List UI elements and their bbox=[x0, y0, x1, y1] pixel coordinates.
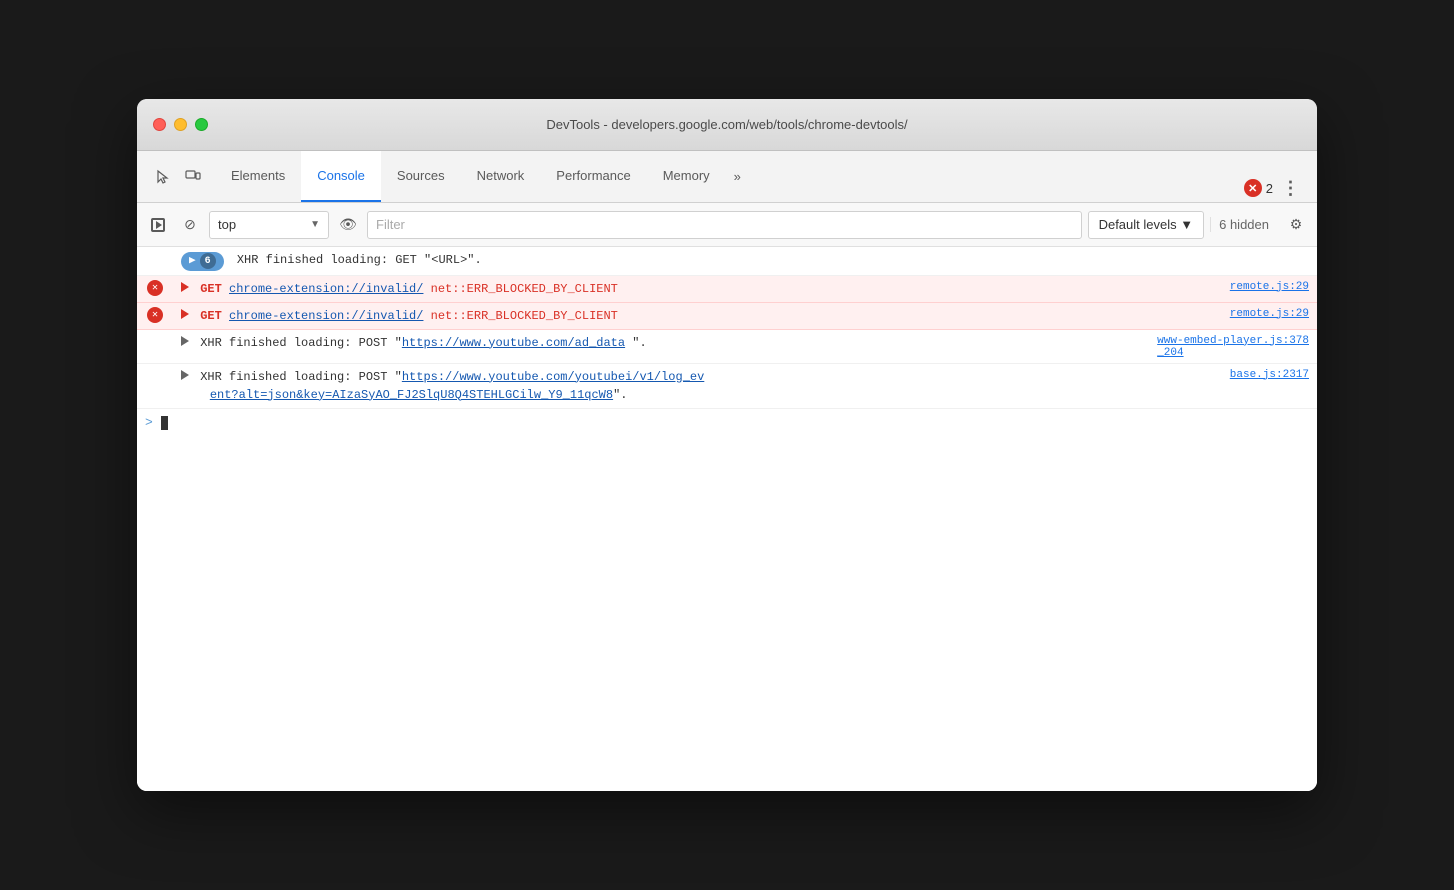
log-message: XHR finished loading: POST "https://www.… bbox=[173, 364, 1222, 408]
log-source[interactable]: remote.js:29 bbox=[1222, 276, 1317, 297]
eye-icon: 👁 bbox=[339, 216, 357, 233]
url-link[interactable]: https://www.youtube.com/ad_data bbox=[402, 336, 625, 350]
tab-network[interactable]: Network bbox=[461, 151, 541, 202]
eye-button[interactable]: 👁 bbox=[335, 212, 361, 238]
log-entry-xhr-2: XHR finished loading: POST "https://www.… bbox=[137, 330, 1317, 364]
url-link[interactable]: chrome-extension://invalid/ bbox=[229, 282, 423, 296]
log-levels-button[interactable]: Default levels ▼ bbox=[1088, 211, 1205, 239]
log-source[interactable]: www-embed-player.js:378 _204 bbox=[1149, 330, 1317, 363]
log-entry-xhr-3: XHR finished loading: POST "https://www.… bbox=[137, 364, 1317, 409]
url-link-cont[interactable]: ent?alt=json&key=AIzaSyAO_FJ2SlqU8Q4STEH… bbox=[210, 388, 613, 402]
play-icon bbox=[151, 218, 165, 232]
log-gutter: ✕ bbox=[137, 303, 173, 323]
log-source[interactable]: base.js:2317 bbox=[1222, 364, 1317, 385]
minimize-button[interactable] bbox=[174, 118, 187, 131]
log-gutter bbox=[137, 330, 173, 334]
tab-memory[interactable]: Memory bbox=[647, 151, 726, 202]
expand-icon[interactable] bbox=[181, 336, 189, 346]
log-message: GET chrome-extension://invalid/ net::ERR… bbox=[173, 303, 1222, 329]
cursor bbox=[161, 416, 168, 430]
traffic-lights bbox=[153, 118, 208, 131]
log-message: GET chrome-extension://invalid/ net::ERR… bbox=[173, 276, 1222, 302]
url-link[interactable]: https://www.youtube.com/youtubei/v1/log_… bbox=[402, 370, 704, 384]
hidden-count: 6 hidden bbox=[1210, 217, 1277, 232]
settings-button[interactable]: ⚙ bbox=[1283, 212, 1309, 238]
clear-console-button[interactable]: ⊘ bbox=[177, 212, 203, 238]
log-message: ▶ 6 XHR finished loading: GET "<URL>". bbox=[173, 247, 1317, 275]
tab-console[interactable]: Console bbox=[301, 151, 381, 202]
log-gutter bbox=[137, 364, 173, 368]
error-badge[interactable]: ✕ 2 bbox=[1244, 179, 1273, 197]
console-prompt[interactable]: > bbox=[137, 409, 1317, 437]
expand-icon[interactable] bbox=[181, 309, 189, 319]
window-title: DevTools - developers.google.com/web/too… bbox=[546, 117, 907, 132]
titlebar: DevTools - developers.google.com/web/too… bbox=[137, 99, 1317, 151]
more-tabs-button[interactable]: » bbox=[726, 151, 749, 202]
console-content: ▶ 6 XHR finished loading: GET "<URL>". ✕… bbox=[137, 247, 1317, 791]
close-button[interactable] bbox=[153, 118, 166, 131]
tab-performance[interactable]: Performance bbox=[540, 151, 646, 202]
maximize-button[interactable] bbox=[195, 118, 208, 131]
xhr-badge: ▶ 6 bbox=[181, 252, 224, 271]
error-x-icon: ✕ bbox=[147, 280, 163, 296]
context-selector[interactable]: top ▼ bbox=[209, 211, 329, 239]
tab-actions bbox=[141, 151, 215, 202]
url-link[interactable]: chrome-extension://invalid/ bbox=[229, 309, 423, 323]
tab-sources[interactable]: Sources bbox=[381, 151, 461, 202]
log-gutter: ✕ bbox=[137, 276, 173, 296]
execute-script-button[interactable] bbox=[145, 212, 171, 238]
tab-elements[interactable]: Elements bbox=[215, 151, 301, 202]
tabs-bar: Elements Console Sources Network Perform… bbox=[137, 151, 1317, 203]
device-icon bbox=[185, 169, 201, 185]
no-entry-icon: ⊘ bbox=[184, 216, 196, 233]
chevron-down-icon: ▼ bbox=[310, 219, 320, 230]
filter-input[interactable] bbox=[367, 211, 1082, 239]
tab-right-actions: ✕ 2 ⋮ bbox=[1244, 174, 1313, 202]
devtools-panel: Elements Console Sources Network Perform… bbox=[137, 151, 1317, 791]
error-icon: ✕ bbox=[1244, 179, 1262, 197]
inspect-element-button[interactable] bbox=[149, 163, 177, 191]
devtools-window: DevTools - developers.google.com/web/too… bbox=[137, 99, 1317, 791]
log-entry: ▶ 6 XHR finished loading: GET "<URL>". bbox=[137, 247, 1317, 276]
expand-icon[interactable] bbox=[181, 282, 189, 292]
log-source[interactable]: remote.js:29 bbox=[1222, 303, 1317, 324]
gear-icon: ⚙ bbox=[1290, 216, 1303, 233]
error-x-icon: ✕ bbox=[147, 307, 163, 323]
console-toolbar: ⊘ top ▼ 👁 Default levels ▼ 6 hidden ⚙ bbox=[137, 203, 1317, 247]
expand-icon[interactable] bbox=[181, 370, 189, 380]
cursor-icon bbox=[155, 169, 171, 185]
more-options-button[interactable]: ⋮ bbox=[1277, 174, 1305, 202]
log-gutter bbox=[137, 247, 173, 251]
prompt-arrow: > bbox=[145, 415, 153, 430]
log-message: XHR finished loading: POST "https://www.… bbox=[173, 330, 1149, 356]
device-toggle-button[interactable] bbox=[179, 163, 207, 191]
log-entry-error-2: ✕ GET chrome-extension://invalid/ net::E… bbox=[137, 303, 1317, 330]
log-entry-error-1: ✕ GET chrome-extension://invalid/ net::E… bbox=[137, 276, 1317, 303]
